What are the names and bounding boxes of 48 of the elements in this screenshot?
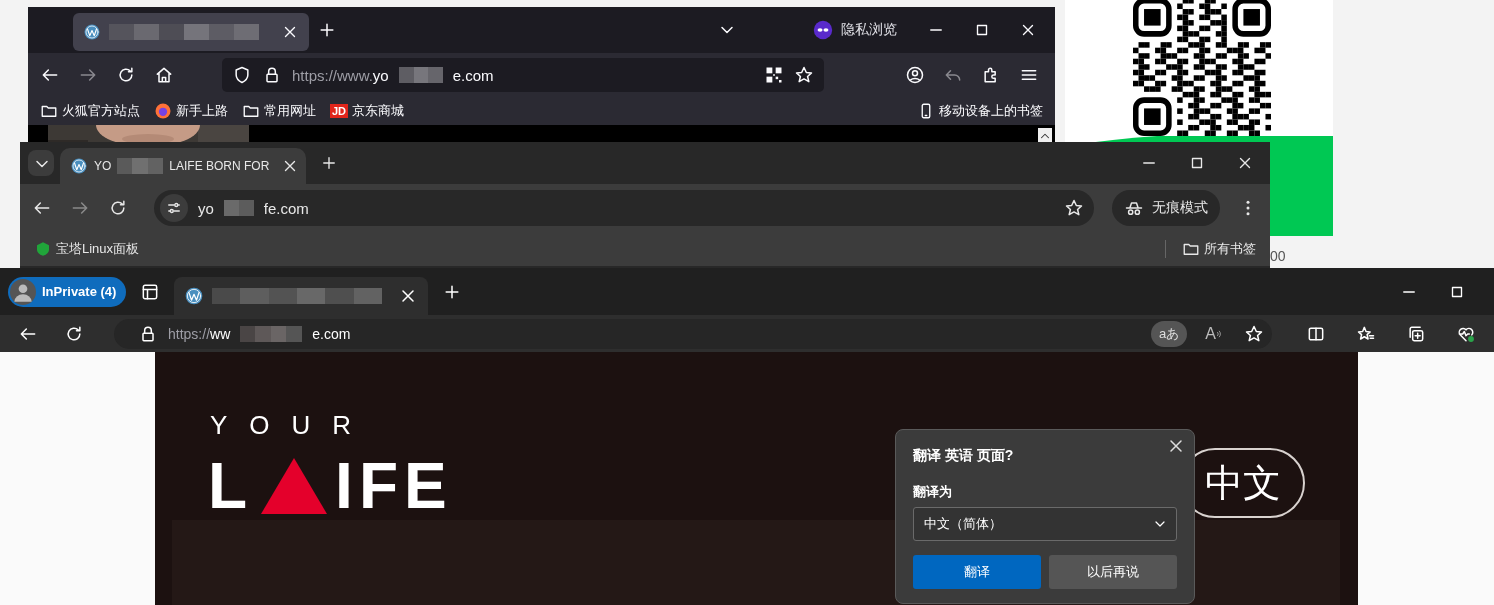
bookmark-item[interactable]: 移动设备上的书签 xyxy=(917,102,1043,120)
bookmark-item[interactable]: 常用网址 xyxy=(242,102,316,120)
bookmark-item[interactable]: 宝塔Linux面板 xyxy=(34,240,140,258)
private-mode-label: 隐私浏览 xyxy=(841,21,897,39)
star-icon[interactable] xyxy=(1064,198,1084,218)
logo-text: IFE xyxy=(335,454,453,518)
site-logo-icon xyxy=(184,286,205,306)
pixelated-block xyxy=(223,200,254,216)
bookmark-item[interactable]: 新手上路 xyxy=(154,102,228,120)
star-icon[interactable] xyxy=(1244,323,1264,344)
mask-icon xyxy=(813,20,833,40)
logo-text: YOUR xyxy=(210,410,374,441)
translate-button[interactable]: aあ xyxy=(1151,320,1188,347)
account-icon[interactable] xyxy=(905,65,925,85)
new-tab-icon[interactable] xyxy=(320,154,338,172)
reload-icon[interactable] xyxy=(108,198,128,218)
address-bar[interactable]: https://ww e.com aあ A xyxy=(114,318,1272,349)
field-label: 翻译为 xyxy=(913,483,953,501)
logo-text: L xyxy=(208,454,254,518)
reload-icon[interactable] xyxy=(116,65,136,85)
caption-text: 00 xyxy=(1270,248,1286,264)
dialog-button[interactable]: 以后再说 xyxy=(1049,555,1177,589)
read-aloud-button[interactable]: A xyxy=(1205,324,1226,343)
shield-icon xyxy=(232,65,252,85)
qr-code-icon[interactable] xyxy=(764,65,784,85)
pixelated-block xyxy=(240,325,303,342)
site-logo-icon xyxy=(70,157,88,175)
pixelated-block xyxy=(117,158,164,174)
profile-button[interactable]: InPrivate (4) xyxy=(8,276,127,307)
address-bar[interactable]: https://www.yo e.com xyxy=(222,58,824,92)
bookmark-item[interactable]: 火狐官方站点 xyxy=(40,102,140,120)
home-icon[interactable] xyxy=(154,65,174,85)
bookmark-item[interactable]: JD 京东商城 xyxy=(330,102,405,120)
shield-logo-icon xyxy=(34,240,52,258)
site-logo-icon xyxy=(83,23,101,41)
bookmark-item[interactable]: 所有书签 xyxy=(1182,240,1256,258)
browser-tab[interactable] xyxy=(174,277,429,315)
avatar-icon xyxy=(10,278,36,305)
address-bar[interactable]: yo fe.com xyxy=(154,190,1094,226)
pixelated-block xyxy=(398,67,443,83)
dialog-button[interactable]: 翻译 xyxy=(913,555,1041,589)
browser-tab[interactable]: YO LAIFE BORN FOR xyxy=(60,148,306,184)
incognito-button[interactable]: 无痕模式 xyxy=(1112,190,1220,226)
browser-logo-icon xyxy=(154,102,172,120)
triangle-icon xyxy=(261,458,328,514)
star-icon[interactable] xyxy=(794,65,814,85)
language-dropdown[interactable]: 中文（简体） xyxy=(913,507,1177,541)
dialog-title: 翻译 英语 页面? xyxy=(913,447,1015,465)
